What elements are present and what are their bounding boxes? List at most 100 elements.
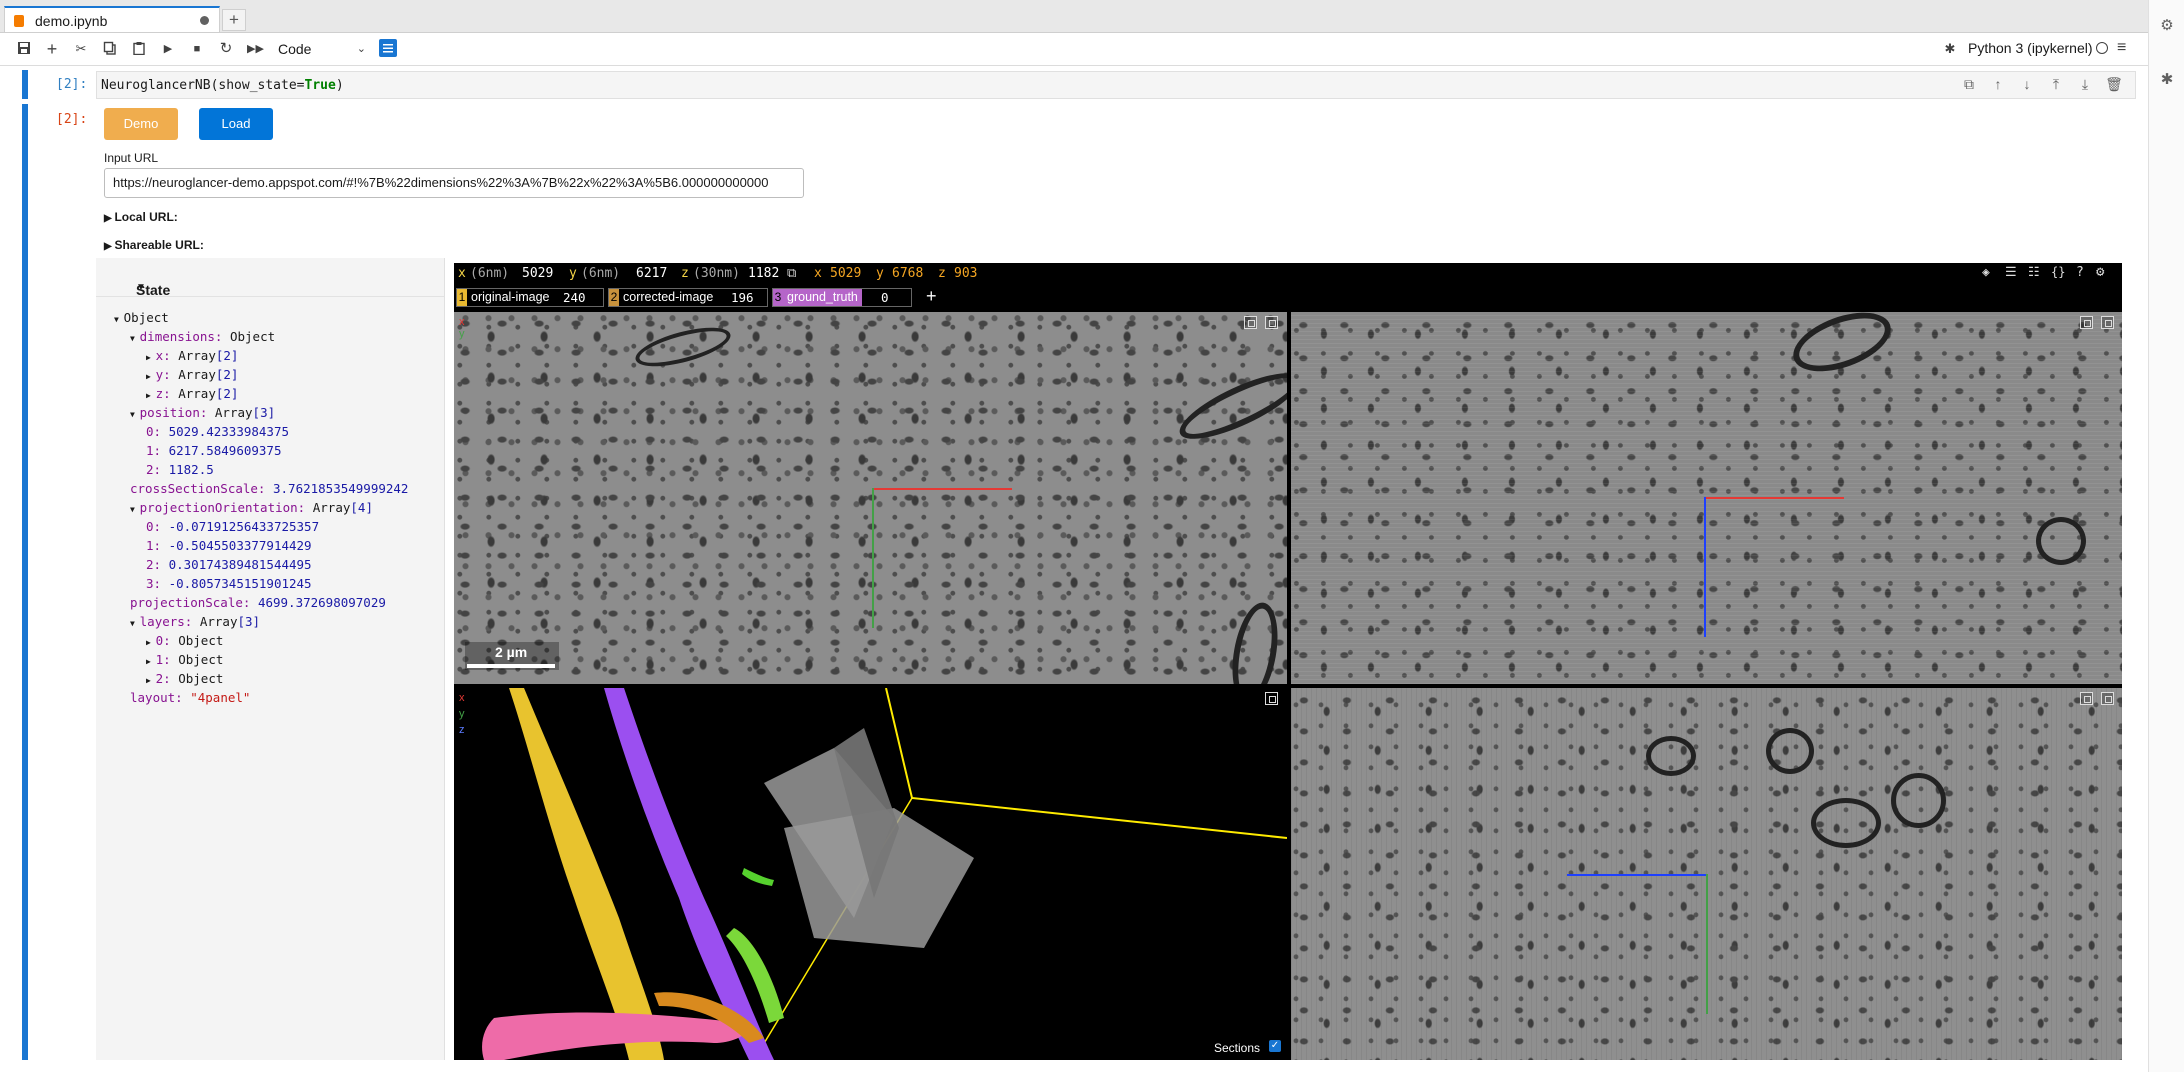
caret-right-icon: ▶ — [146, 638, 156, 647]
axis-label-y: y — [459, 328, 465, 340]
copy-position-icon[interactable]: ⧉ — [787, 266, 796, 281]
pos-z-unit: (30nm) — [693, 266, 740, 281]
panel-xy-slice[interactable]: x y 2 µm — [454, 312, 1287, 684]
tree-layer-2[interactable]: ▶ 2: Object — [146, 671, 223, 686]
crosshair-y — [872, 488, 874, 628]
move-down-icon[interactable]: ↓ — [2018, 76, 2036, 92]
insert-above-icon[interactable]: ⤒ — [2047, 76, 2065, 93]
layout-panel-icon[interactable] — [1265, 316, 1278, 329]
maximize-panel-icon[interactable] — [2080, 692, 2093, 705]
unsaved-dot-icon[interactable] — [200, 16, 209, 25]
local-url-toggle[interactable]: ▶ Local URL: — [104, 210, 178, 224]
run-icon[interactable]: ▶ — [160, 41, 176, 57]
demo-button[interactable]: Demo — [104, 108, 178, 140]
cell-collapser-output[interactable] — [22, 104, 28, 1060]
save-icon[interactable] — [16, 41, 32, 57]
tree-layer-0[interactable]: ▶ 0: Object — [146, 633, 223, 648]
settings-gear-icon[interactable]: ⚙ — [2096, 264, 2104, 280]
maximize-panel-icon[interactable] — [2080, 316, 2093, 329]
maximize-panel-icon[interactable] — [1244, 316, 1257, 329]
maximize-panel-icon[interactable] — [1265, 692, 1278, 705]
paste-icon[interactable] — [131, 41, 147, 57]
table-of-contents-icon[interactable] — [379, 39, 397, 57]
layout-panel-icon[interactable] — [2101, 692, 2114, 705]
insert-below-icon[interactable]: ⤓ — [2076, 76, 2094, 93]
pos-y-value[interactable]: 6217 — [636, 266, 667, 281]
state-panel: ▼ State ▼ Object ▼ dimensions: Object ▶ … — [96, 258, 445, 1060]
load-button[interactable]: Load — [199, 108, 273, 140]
tree-key: projectionScale: — [130, 595, 251, 610]
cut-icon[interactable]: ✂ — [73, 41, 89, 57]
layer-chip-ground-truth[interactable]: 3 ground_truth 0 — [772, 288, 912, 307]
tree-value: Array — [214, 405, 253, 420]
tree-dim-x[interactable]: ▶ x: Array[2] — [146, 348, 238, 363]
tree-projection-orientation[interactable]: ▼ projectionOrientation: Array[4] — [130, 500, 373, 515]
add-layer-button[interactable]: + — [926, 286, 937, 307]
help-icon[interactable]: ? — [2076, 265, 2084, 280]
tree-length: [3] — [237, 614, 261, 629]
delete-cell-icon[interactable]: 🗑 — [2105, 76, 2123, 93]
state-header[interactable]: ▼ State — [96, 258, 444, 298]
debugger-icon[interactable]: ✱ — [2159, 72, 2175, 88]
code-keyword: True — [304, 78, 336, 93]
debug-icon[interactable]: ✱ — [1942, 41, 1958, 57]
code-editor[interactable]: NeuroglancerNB(show_state=True) — [96, 71, 2136, 99]
tab-demo-ipynb[interactable]: demo.ipynb — [4, 6, 220, 32]
tree-key: 1: — [146, 443, 162, 458]
layer-list-icon[interactable]: ☰ — [2005, 265, 2017, 280]
tree-dim-z[interactable]: ▶ z: Array[2] — [146, 386, 238, 401]
menu-icon[interactable]: ≡ — [2117, 39, 2126, 57]
layers-icon[interactable]: ◈ — [1982, 265, 1990, 280]
tree-dimensions[interactable]: ▼ dimensions: Object — [130, 329, 275, 344]
layout-panel-icon[interactable] — [2101, 316, 2114, 329]
input-url-label: Input URL — [104, 151, 159, 165]
tree-layer-1[interactable]: ▶ 1: Object — [146, 652, 223, 667]
tree-layers[interactable]: ▼ layers: Array[3] — [130, 614, 260, 629]
copy-icon[interactable] — [102, 41, 118, 57]
selection-details-icon[interactable]: ☷ — [2028, 265, 2040, 280]
neuroglancer-viewer[interactable]: x (6nm) 5029 y (6nm) 6217 z (30nm) 1182 … — [454, 263, 2122, 1060]
layer-chip-original-image[interactable]: 1 original-image 240 — [456, 288, 604, 307]
layer-chip-corrected-image[interactable]: 2 corrected-image 196 — [608, 288, 768, 307]
caret-down-icon: ▼ — [130, 619, 140, 628]
tree-pos-1: 1: 6217.5849609375 — [146, 443, 281, 458]
tree-key: 0: — [155, 633, 171, 648]
duplicate-cell-icon[interactable]: ⧉ — [1960, 76, 1978, 93]
panel-3d-view[interactable]: x y z Sections ✓ — [454, 688, 1287, 1060]
cell-collapser-input[interactable] — [22, 70, 28, 99]
tree-key: 0: — [146, 519, 162, 534]
pos-y-unit: (6nm) — [581, 266, 621, 281]
tree-value: 6217.5849609375 — [168, 443, 282, 458]
tree-key: 2: — [146, 557, 162, 572]
new-tab-button[interactable]: + — [222, 9, 246, 31]
pos-x-value[interactable]: 5029 — [522, 266, 553, 281]
property-inspector-icon[interactable]: ⚙ — [2159, 18, 2175, 34]
axon-profile — [1172, 360, 1287, 452]
kernel-name[interactable]: Python 3 (ipykernel) — [1968, 40, 2093, 56]
crosshair-x — [872, 488, 1012, 490]
insert-cell-icon[interactable]: + — [44, 40, 60, 58]
cell-type-select[interactable]: Code ⌄ — [278, 38, 368, 60]
layer-value: 0 — [881, 290, 889, 305]
caret-right-icon: ▶ — [146, 676, 156, 685]
tree-dim-y[interactable]: ▶ y: Array[2] — [146, 367, 238, 382]
restart-icon[interactable]: ↻ — [218, 41, 234, 57]
json-state-icon[interactable]: {} — [2051, 265, 2065, 279]
move-up-icon[interactable]: ↑ — [1989, 76, 2007, 92]
restart-run-all-icon[interactable]: ▶▶ — [247, 41, 264, 57]
tree-length: [2] — [215, 367, 239, 382]
caret-down-icon: ▼ — [130, 505, 140, 514]
input-url-field[interactable]: https://neuroglancer-demo.appspot.com/#!… — [104, 168, 804, 198]
panel-yz-slice[interactable] — [1291, 688, 2122, 1060]
sections-checkbox[interactable]: ✓ — [1269, 1040, 1281, 1052]
mouse-y-label: y — [876, 266, 884, 281]
local-url-label: Local URL: — [114, 210, 178, 224]
tree-root[interactable]: ▼ Object — [114, 310, 169, 325]
tree-position[interactable]: ▼ position: Array[3] — [130, 405, 275, 420]
pos-z-value[interactable]: 1182 — [748, 266, 779, 281]
caret-down-icon: ▼ — [114, 315, 124, 324]
shareable-url-toggle[interactable]: ▶ Shareable URL: — [104, 238, 204, 252]
panel-xz-slice[interactable] — [1291, 312, 2122, 684]
mouse-x-value: 5029 — [830, 266, 862, 281]
stop-icon[interactable]: ■ — [189, 41, 205, 57]
